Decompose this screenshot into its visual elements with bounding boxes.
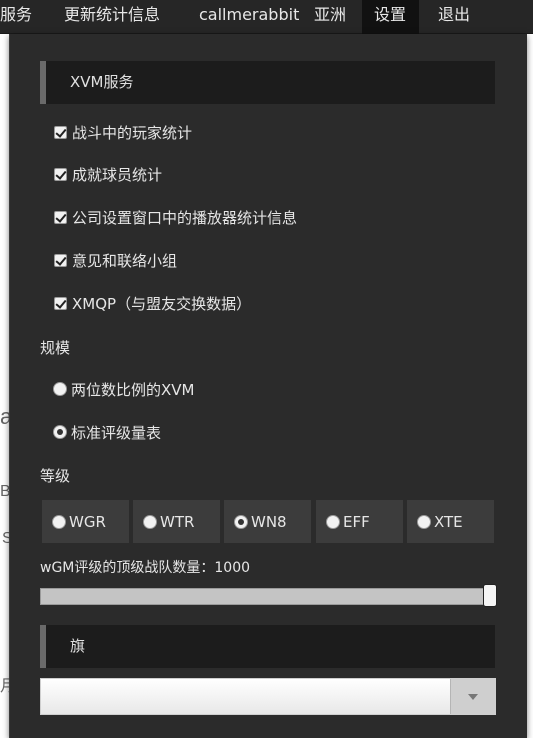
radio-scale-two-digit[interactable]: 两位数比例的XVM	[53, 377, 194, 401]
checkbox-achievement-stats[interactable]: 成就球员统计	[54, 162, 162, 186]
rating-option-label: XTE	[434, 512, 463, 531]
radio-scale-standard[interactable]: 标准评级量表	[53, 420, 161, 444]
checkbox-label: XMQP（与盟友交换数据）	[72, 294, 252, 313]
rating-option-label: WGR	[69, 512, 106, 531]
checkbox-xmqp[interactable]: XMQP（与盟友交换数据）	[54, 291, 251, 315]
section-title: XVM服务	[70, 73, 134, 91]
checkbox-battle-stats[interactable]: 战斗中的玩家统计	[54, 120, 192, 144]
level-group-label: 等级	[40, 467, 71, 485]
nav-item-update-stats[interactable]: 更新统计信息	[64, 0, 174, 34]
top-clans-slider-handle[interactable]	[483, 584, 497, 607]
rating-level-selector: WGR WTR WN8 EFF XTE	[42, 500, 497, 543]
chevron-down-icon[interactable]	[450, 679, 495, 714]
checkbox-label: 意见和联络小组	[72, 251, 178, 270]
rating-option-wgr[interactable]: WGR	[42, 500, 129, 543]
radio-checked-icon[interactable]	[53, 425, 67, 439]
top-nav: 服务 更新统计信息 callmerabbit 亚洲 设置 退出	[0, 0, 533, 34]
nav-item-logout[interactable]: 退出	[438, 0, 478, 34]
radio-label: 标准评级量表	[71, 423, 162, 442]
checkbox-feedback-contacts[interactable]: 意见和联络小组	[54, 248, 177, 272]
nav-item-username[interactable]: callmerabbit	[199, 0, 299, 34]
nav-item-settings[interactable]: 设置	[362, 0, 419, 34]
checkbox-checked-icon[interactable]	[54, 253, 67, 267]
rating-option-xte[interactable]: XTE	[407, 500, 494, 543]
checkbox-checked-icon[interactable]	[54, 210, 67, 224]
section-title: 旗	[70, 637, 86, 655]
section-header-flag: 旗	[40, 625, 495, 668]
top-clans-slider-track[interactable]	[40, 588, 492, 605]
nav-item-region[interactable]: 亚洲	[314, 0, 354, 34]
radio-unchecked-icon[interactable]	[326, 514, 340, 529]
rating-option-label: WN8	[251, 512, 287, 531]
radio-unchecked-icon[interactable]	[52, 514, 66, 529]
radio-label: 两位数比例的XVM	[71, 380, 195, 399]
checkbox-checked-icon[interactable]	[54, 296, 67, 310]
checkbox-company-window-stats[interactable]: 公司设置窗口中的播放器统计信息	[54, 205, 297, 229]
nav-item-services[interactable]: 服务	[0, 0, 40, 34]
rating-option-label: EFF	[343, 512, 370, 531]
rating-option-wtr[interactable]: WTR	[133, 500, 220, 543]
flag-select[interactable]	[40, 678, 496, 715]
radio-unchecked-icon[interactable]	[417, 514, 431, 529]
checkbox-label: 战斗中的玩家统计	[72, 123, 193, 142]
checkbox-label: 成就球员统计	[72, 165, 163, 184]
top-clans-slider-label: wGM评级的顶级战队数量：1000	[40, 560, 251, 576]
section-header-xvm: XVM服务	[40, 61, 495, 104]
scale-group-label: 规模	[40, 339, 71, 357]
rating-option-eff[interactable]: EFF	[316, 500, 403, 543]
rating-option-wn8[interactable]: WN8	[224, 500, 311, 543]
radio-checked-icon[interactable]	[234, 514, 248, 529]
radio-unchecked-icon[interactable]	[53, 382, 67, 396]
rating-option-label: WTR	[160, 512, 195, 531]
checkbox-label: 公司设置窗口中的播放器统计信息	[72, 208, 298, 227]
checkbox-checked-icon[interactable]	[54, 167, 67, 181]
checkbox-checked-icon[interactable]	[54, 125, 67, 139]
radio-unchecked-icon[interactable]	[143, 514, 157, 529]
settings-panel: XVM服务 战斗中的玩家统计 成就球员统计 公司设置窗口中的播放器统计信息 意见…	[9, 34, 527, 738]
